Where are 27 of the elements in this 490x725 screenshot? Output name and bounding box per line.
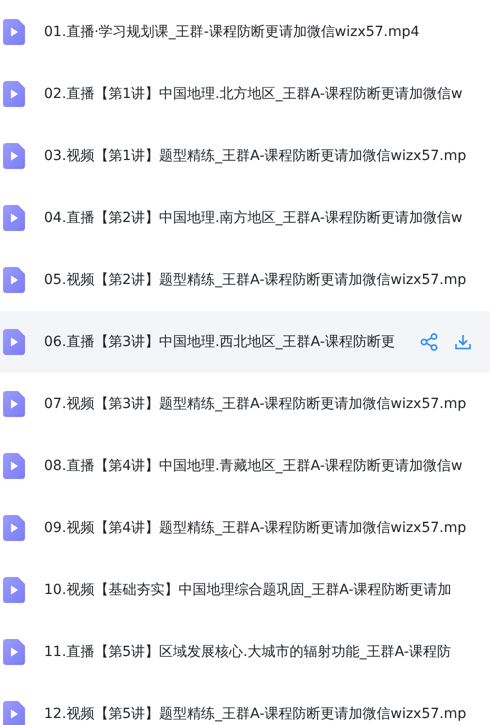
file-name: 01.直播·学习规划课_王群-课程防断更请加微信wizx57.mp4 (44, 23, 420, 41)
video-file-icon (3, 205, 25, 231)
video-file-icon (3, 391, 25, 417)
file-name: 12.视频【第5讲】题型精练_王群A-课程防断更请加微信wizx57.mp (44, 705, 466, 723)
file-name: 08.直播【第4讲】中国地理.青藏地区_王群A-课程防断更请加微信w (44, 457, 462, 475)
file-row[interactable]: 06.直播【第3讲】中国地理.西北地区_王群A-课程防断更 (0, 311, 490, 373)
video-file-icon (3, 515, 25, 541)
file-name: 03.视频【第1讲】题型精练_王群A-课程防断更请加微信wizx57.mp (44, 147, 466, 165)
video-file-icon (3, 81, 25, 107)
file-name: 06.直播【第3讲】中国地理.西北地区_王群A-课程防断更 (44, 333, 395, 351)
file-name: 09.视频【第4讲】题型精练_王群A-课程防断更请加微信wizx57.mp (44, 519, 466, 537)
video-file-icon (3, 19, 25, 45)
video-file-icon (3, 329, 25, 355)
file-name: 07.视频【第3讲】题型精练_王群A-课程防断更请加微信wizx57.mp (44, 395, 466, 413)
file-name: 11.直播【第5讲】区域发展核心.大城市的辐射功能_王群A-课程防 (44, 643, 451, 661)
file-name: 04.直播【第2讲】中国地理.南方地区_王群A-课程防断更请加微信w (44, 209, 462, 227)
file-name: 05.视频【第2讲】题型精练_王群A-课程防断更请加微信wizx57.mp (44, 271, 466, 289)
download-icon[interactable] (454, 333, 472, 351)
video-file-icon (3, 701, 25, 725)
video-file-icon (3, 453, 25, 479)
video-file-icon (3, 577, 25, 603)
video-file-icon (3, 267, 25, 293)
video-file-icon (3, 639, 25, 665)
file-name: 02.直播【第1讲】中国地理.北方地区_王群A-课程防断更请加微信w (44, 85, 462, 103)
file-name: 10.视频【基础夯实】中国地理综合题巩固_王群A-课程防断更请加 (44, 581, 452, 599)
share-icon[interactable] (420, 333, 438, 351)
video-file-icon (3, 143, 25, 169)
